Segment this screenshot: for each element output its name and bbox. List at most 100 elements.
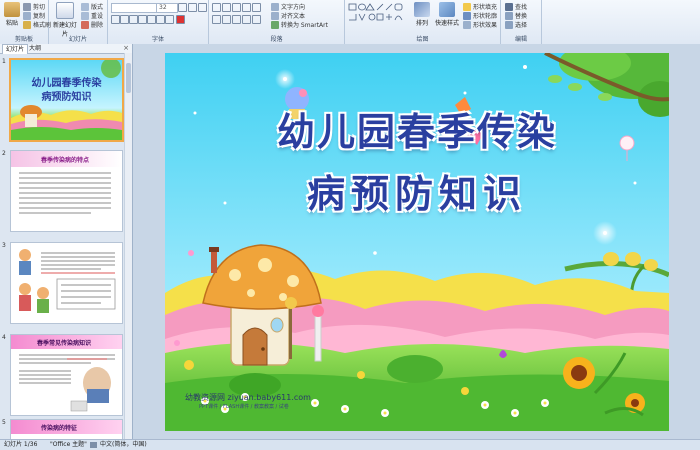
- current-slide[interactable]: 幼儿园春季传染 病预防知识 幼教资源网 ziyuan.baby611.com P…: [165, 53, 669, 431]
- close-icon[interactable]: ×: [123, 44, 129, 53]
- slide-watermark: 幼教资源网 ziyuan.baby611.com: [185, 393, 311, 402]
- slide-thumbnail-4[interactable]: 春季常见传染病知识: [10, 334, 123, 416]
- smartart-icon: [271, 20, 279, 29]
- editing-group-label: 编辑: [514, 36, 527, 43]
- slide-number: 2: [2, 150, 6, 157]
- bullets-icon[interactable]: [212, 3, 221, 12]
- slide2-heading: 春季传染病的特点: [41, 157, 90, 164]
- quick-styles-button[interactable]: 快速样式: [434, 2, 460, 27]
- text-direction-button[interactable]: 文字方向: [271, 2, 305, 11]
- decrease-indent-icon[interactable]: [232, 3, 241, 12]
- italic-icon[interactable]: [120, 15, 129, 24]
- grow-font-icon[interactable]: [178, 3, 187, 12]
- shape-outline-button[interactable]: 形状轮廓: [463, 11, 497, 20]
- find-button[interactable]: 查找: [505, 2, 527, 11]
- arrange-button[interactable]: 排列: [411, 2, 433, 27]
- font-name-combo[interactable]: [111, 3, 157, 13]
- strikethrough-icon[interactable]: [138, 15, 147, 24]
- underline-icon[interactable]: [129, 15, 138, 24]
- brush-icon: [23, 20, 31, 29]
- cut-button[interactable]: 剪切: [23, 2, 45, 11]
- clipboard-group-label: 剪贴板: [14, 36, 33, 43]
- align-center-icon[interactable]: [222, 15, 231, 24]
- reset-button[interactable]: 重设: [81, 11, 103, 20]
- replace-button[interactable]: 替换: [505, 11, 527, 20]
- paste-icon: [4, 2, 20, 17]
- smartart-button[interactable]: 转换为 SmartArt: [271, 20, 328, 29]
- new-slide-button[interactable]: 新建幻灯片: [52, 2, 78, 38]
- effects-icon: [463, 20, 471, 29]
- increase-indent-icon[interactable]: [242, 3, 251, 12]
- clipboard-group: 粘贴 剪切 复制 格式刷 剪贴板: [0, 0, 51, 44]
- panel-tabs: 幻灯片 大纲 ×: [0, 44, 132, 54]
- shapes-gallery[interactable]: [348, 3, 408, 31]
- outline-icon: [463, 11, 471, 20]
- slide-thumbnail-3[interactable]: [10, 242, 123, 324]
- slide2-text-lines: [19, 172, 111, 214]
- binoculars-icon: [505, 2, 513, 11]
- slide-thumbnail-1[interactable]: 幼儿园春季传染 病预防知识: [9, 58, 124, 142]
- align-text-icon: [271, 11, 279, 20]
- cursor-icon: [505, 20, 513, 29]
- tab-slides[interactable]: 幻灯片: [2, 44, 29, 54]
- slide1-thumb-title-b: 病预防知识: [41, 92, 92, 103]
- paragraph-group-label: 段落: [270, 36, 283, 43]
- slide-watermark-subtitle: PPT课件 / FLASH课件 / 教案教案 / 试卷: [199, 404, 289, 410]
- panel-scrollbar[interactable]: [124, 53, 132, 439]
- select-button[interactable]: 选择: [505, 20, 527, 29]
- slide-thumbnail-5[interactable]: 传染病的特征: [10, 419, 123, 439]
- shrink-font-icon[interactable]: [188, 3, 197, 12]
- shadow-icon[interactable]: [147, 15, 156, 24]
- change-case-icon[interactable]: [165, 15, 174, 24]
- font-color-icon[interactable]: [176, 15, 185, 24]
- bold-icon[interactable]: [111, 15, 120, 24]
- layout-button[interactable]: 版式: [81, 2, 103, 11]
- numbering-icon[interactable]: [222, 3, 231, 12]
- status-bar: 幻灯片 1/36 "Office 主题" 中文(简体，中国): [0, 439, 700, 450]
- drawing-group-label: 绘图: [416, 36, 429, 43]
- slide-title-line-1[interactable]: 幼儿园春季传染: [165, 101, 669, 156]
- slide-thumbnail-2[interactable]: 春季传染病的特点: [10, 150, 123, 232]
- font-size-combo[interactable]: 32: [156, 3, 178, 13]
- new-slide-icon: [56, 2, 74, 19]
- slide-number: 4: [2, 334, 6, 341]
- copy-icon: [23, 11, 31, 20]
- slide-number: 1: [2, 58, 6, 65]
- slide4-thumbnail-art: [19, 354, 115, 412]
- fill-icon: [463, 2, 471, 11]
- drawing-group: 排列 快速样式 形状填充 形状轮廓 形状效果 绘图: [345, 0, 501, 44]
- paste-button[interactable]: 粘贴: [1, 2, 23, 27]
- columns-icon[interactable]: [252, 15, 261, 24]
- copy-button[interactable]: 复制: [23, 11, 45, 20]
- slides-group: 新建幻灯片 版式 重设 删除 幻灯片: [49, 0, 108, 44]
- reset-icon: [81, 11, 89, 20]
- delete-button[interactable]: 删除: [81, 20, 103, 29]
- replace-icon: [505, 11, 513, 20]
- line-spacing-icon[interactable]: [252, 3, 261, 12]
- shape-fill-button[interactable]: 形状填充: [463, 2, 497, 11]
- paragraph-group: 文字方向 对齐文本 转换为 SmartArt 段落: [209, 0, 345, 44]
- shape-effects-button[interactable]: 形状效果: [463, 20, 497, 29]
- format-painter-button[interactable]: 格式刷: [23, 20, 51, 29]
- spacing-icon[interactable]: [156, 15, 165, 24]
- layout-icon: [81, 2, 89, 11]
- editing-group: 查找 替换 选择 编辑: [501, 0, 542, 44]
- slides-group-label: 幻灯片: [68, 36, 87, 43]
- slides-panel: 幻灯片 大纲 × 1 幼儿园春季传染 病预防知识 2 春季传染病的特点 3 4 …: [0, 44, 133, 439]
- align-right-icon[interactable]: [232, 15, 241, 24]
- slide-title-line-2[interactable]: 病预防知识: [165, 163, 669, 218]
- delete-icon: [81, 20, 89, 29]
- ribbon: 粘贴 剪切 复制 格式刷 剪贴板 新建幻灯片 版式 重设 删除 幻灯片 32 字…: [0, 0, 700, 45]
- slide-number: 3: [2, 242, 6, 249]
- clear-format-icon[interactable]: [198, 3, 207, 12]
- slide5-heading: 传染病的特征: [41, 425, 78, 432]
- slide4-heading: 春季常见传染病知识: [37, 340, 92, 347]
- panel-scrollbar-thumb[interactable]: [126, 63, 131, 93]
- tab-outline[interactable]: 大纲: [26, 44, 44, 53]
- arrange-icon: [414, 2, 430, 17]
- align-left-icon[interactable]: [212, 15, 221, 24]
- slide3-thumbnail-art: [19, 249, 116, 313]
- spell-check-icon[interactable]: [90, 442, 97, 448]
- justify-icon[interactable]: [242, 15, 251, 24]
- align-text-button[interactable]: 对齐文本: [271, 11, 305, 20]
